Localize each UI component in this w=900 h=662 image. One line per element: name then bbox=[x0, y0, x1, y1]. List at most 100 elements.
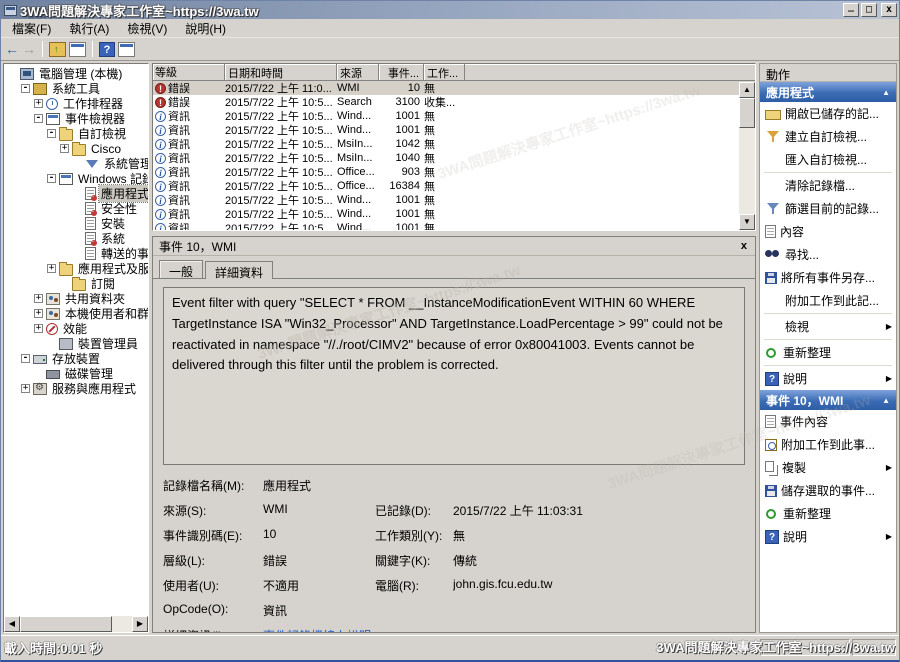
event-row[interactable]: 資訊2015/7/22 上午 10:5...Wind...1001無 bbox=[153, 193, 755, 207]
collapse-expander-icon[interactable] bbox=[34, 114, 43, 123]
action-create-custom-view[interactable]: 建立自訂檢視... bbox=[760, 125, 896, 148]
console-window-icon[interactable] bbox=[118, 42, 135, 57]
minimize-icon[interactable] bbox=[843, 3, 859, 17]
collapse-expander-icon[interactable] bbox=[21, 354, 30, 363]
computer-management-window: 電腦管理 3WA問題解決專家工作室~https://3wa.tw 檔案(F) 執… bbox=[0, 0, 900, 662]
expand-expander-icon[interactable] bbox=[34, 294, 43, 303]
action-attach-task-to-log[interactable]: 附加工作到此記... bbox=[760, 289, 896, 312]
action-properties[interactable]: 內容 bbox=[760, 220, 896, 243]
event-row[interactable]: 資訊2015/7/22 上午 10:5...Wind...1001無 bbox=[153, 109, 755, 123]
column-header-datetime[interactable]: 日期和時間 bbox=[225, 64, 337, 80]
tree-item-cisco[interactable]: Cisco bbox=[4, 141, 148, 156]
scroll-left-icon[interactable] bbox=[4, 616, 20, 632]
maximize-icon[interactable] bbox=[861, 3, 877, 17]
console-window-icon[interactable] bbox=[69, 42, 86, 57]
tree-item-subscriptions[interactable]: 訂閱 bbox=[4, 276, 148, 291]
scroll-down-icon[interactable] bbox=[739, 214, 755, 230]
actions-section-event[interactable]: 事件 10，WMI bbox=[760, 390, 896, 410]
tree-item-setup-log[interactable]: 安裝 bbox=[4, 216, 148, 231]
action-open-saved-log[interactable]: 開啟已儲存的記... bbox=[760, 102, 896, 125]
tree-item-admin-events[interactable]: 系統管理事件 bbox=[4, 156, 148, 171]
action-help[interactable]: 說明 bbox=[760, 367, 896, 390]
action-event-properties[interactable]: 事件內容 bbox=[760, 410, 896, 433]
event-log-online-help-link[interactable]: 事件記錄檔線上說明 bbox=[263, 629, 371, 632]
action-view[interactable]: 檢視 bbox=[760, 315, 896, 338]
tree-item-disk-management[interactable]: 磁碟管理 bbox=[4, 366, 148, 381]
forward-icon[interactable]: → bbox=[22, 42, 36, 56]
collapse-expander-icon[interactable] bbox=[47, 129, 56, 138]
tree-item-windows-logs[interactable]: Windows 記錄 bbox=[4, 171, 148, 186]
scrollbar-thumb[interactable] bbox=[739, 98, 755, 128]
folder-icon bbox=[59, 129, 73, 141]
menu-help[interactable]: 說明(H) bbox=[176, 18, 235, 39]
event-row[interactable]: 資訊2015/7/22 上午 10:5...MsiIn...1040無 bbox=[153, 151, 755, 165]
action-refresh-event[interactable]: 重新整理 bbox=[760, 502, 896, 525]
expand-expander-icon[interactable] bbox=[34, 99, 43, 108]
action-import-custom-view[interactable]: 匯入自訂檢視... bbox=[760, 148, 896, 171]
event-row[interactable]: 資訊2015/7/22 上午 10:5...MsiIn...1042無 bbox=[153, 137, 755, 151]
tree-item-event-viewer[interactable]: 事件檢視器 bbox=[4, 111, 148, 126]
tree-item-storage[interactable]: 存放裝置 bbox=[4, 351, 148, 366]
event-row[interactable]: 錯誤2015/7/22 上午 11:0...WMI10無 bbox=[153, 81, 755, 95]
event-row[interactable]: 資訊2015/7/22 上午 10:5...Office...903無 bbox=[153, 165, 755, 179]
event-row[interactable]: 錯誤2015/7/22 上午 10:5...Search3100收集... bbox=[153, 95, 755, 109]
column-header-event-id[interactable]: 事件... bbox=[379, 64, 424, 80]
back-icon[interactable]: ← bbox=[5, 42, 19, 56]
tree-item-performance[interactable]: 效能 bbox=[4, 321, 148, 336]
column-header-task[interactable]: 工作... bbox=[424, 64, 465, 80]
scroll-up-icon[interactable] bbox=[739, 82, 755, 98]
close-icon[interactable] bbox=[881, 3, 897, 17]
scroll-right-icon[interactable] bbox=[132, 616, 148, 632]
action-copy[interactable]: 複製 bbox=[760, 456, 896, 479]
action-filter-current-log[interactable]: 篩選目前的記錄... bbox=[760, 197, 896, 220]
column-header-level[interactable]: 等級 bbox=[153, 64, 225, 80]
tree-item-system-log[interactable]: 系統 bbox=[4, 231, 148, 246]
scrollbar-thumb[interactable] bbox=[20, 616, 112, 632]
expand-expander-icon[interactable] bbox=[34, 309, 43, 318]
action-refresh[interactable]: 重新整理 bbox=[760, 341, 896, 364]
tree-item-local-users-groups[interactable]: 本機使用者和群組 bbox=[4, 306, 148, 321]
tree-item-shared-folders[interactable]: 共用資料夾 bbox=[4, 291, 148, 306]
action-find[interactable]: 尋找... bbox=[760, 243, 896, 266]
tree-item-apps-services-logs[interactable]: 應用程式及服務 bbox=[4, 261, 148, 276]
event-row[interactable]: 資訊2015/7/22 上午 10:5...Wind...1001無 bbox=[153, 221, 755, 231]
expand-expander-icon[interactable] bbox=[34, 324, 43, 333]
action-save-selected-events[interactable]: 儲存選取的事件... bbox=[760, 479, 896, 502]
tree-item-services-applications[interactable]: 服務與應用程式 bbox=[4, 381, 148, 396]
collapse-expander-icon[interactable] bbox=[47, 174, 56, 183]
collapse-section-icon[interactable] bbox=[882, 396, 890, 405]
event-row[interactable]: 資訊2015/7/22 上午 10:5...Office...16384無 bbox=[153, 179, 755, 193]
tree-item-application-log[interactable]: 應用程式 bbox=[4, 186, 148, 201]
tree-item-system-tools[interactable]: 系統工具 bbox=[4, 81, 148, 96]
tree-item-forwarded-events[interactable]: 轉送的事件 bbox=[4, 246, 148, 261]
tab-general[interactable]: 一般 bbox=[159, 260, 203, 278]
event-list-vertical-scrollbar[interactable] bbox=[739, 82, 755, 230]
actions-section-application[interactable]: 應用程式 bbox=[760, 82, 896, 102]
menu-view[interactable]: 檢視(V) bbox=[118, 18, 176, 39]
action-attach-task-to-event[interactable]: 附加工作到此事... bbox=[760, 433, 896, 456]
expand-expander-icon[interactable] bbox=[21, 384, 30, 393]
event-row[interactable]: 資訊2015/7/22 上午 10:5...Wind...1001無 bbox=[153, 207, 755, 221]
tab-details[interactable]: 詳細資料 bbox=[205, 261, 273, 279]
column-header-source[interactable]: 來源 bbox=[337, 64, 379, 80]
tree-item-security-log[interactable]: 安全性 bbox=[4, 201, 148, 216]
collapse-expander-icon[interactable] bbox=[21, 84, 30, 93]
close-preview-icon[interactable]: x bbox=[739, 241, 749, 252]
expand-expander-icon[interactable] bbox=[60, 144, 69, 153]
event-description[interactable]: Event filter with query "SELECT * FROM _… bbox=[163, 287, 745, 465]
help-icon[interactable] bbox=[99, 42, 115, 57]
title-bar[interactable]: 電腦管理 3WA問題解決專家工作室~https://3wa.tw bbox=[1, 1, 899, 19]
collapse-section-icon[interactable] bbox=[882, 88, 890, 97]
event-row[interactable]: 資訊2015/7/22 上午 10:5...Wind...1001無 bbox=[153, 123, 755, 137]
tree-horizontal-scrollbar[interactable] bbox=[4, 616, 148, 632]
action-help-event[interactable]: 說明 bbox=[760, 525, 896, 548]
expand-expander-icon[interactable] bbox=[47, 264, 56, 273]
event-list: 等級 日期和時間 來源 事件... 工作... 錯誤2015/7/22 上午 1… bbox=[152, 63, 756, 231]
tree-item-task-scheduler[interactable]: 工作排程器 bbox=[4, 96, 148, 111]
show-console-tree-icon[interactable] bbox=[49, 42, 66, 57]
tree-item-device-manager[interactable]: 裝置管理員 bbox=[4, 336, 148, 351]
action-clear-log[interactable]: 清除記錄檔... bbox=[760, 174, 896, 197]
tree-item-custom-views[interactable]: 自訂檢視 bbox=[4, 126, 148, 141]
tree-item-computer-management[interactable]: 電腦管理 (本機) bbox=[4, 66, 148, 81]
action-save-all-events[interactable]: 將所有事件另存... bbox=[760, 266, 896, 289]
